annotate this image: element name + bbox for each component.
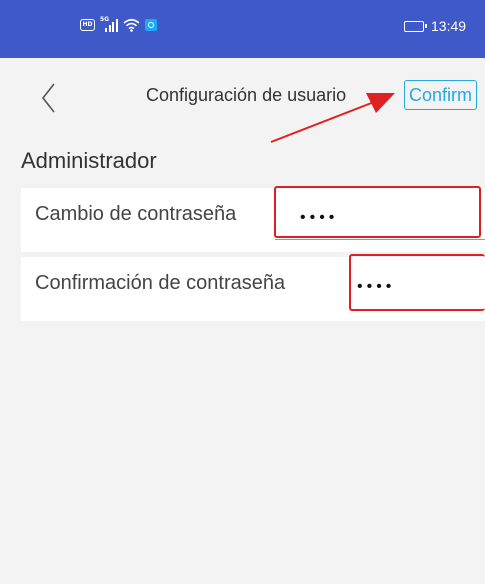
password-confirm-input[interactable]: •••• [357, 278, 395, 296]
password-change-label: Cambio de contraseña [35, 203, 237, 225]
password-change-input[interactable]: •••• [300, 209, 338, 227]
battery-icon [404, 20, 427, 32]
wifi-icon [123, 18, 140, 32]
status-time: 13:49 [431, 18, 467, 34]
status-icons-left: HD 5G [80, 16, 157, 32]
hd-icon: HD [80, 19, 95, 31]
back-button[interactable] [34, 80, 64, 116]
password-confirm-label: Confirmación de contraseña [35, 272, 286, 294]
chevron-left-icon [41, 83, 55, 113]
form-row-password-change: Cambio de contraseña •••• [21, 188, 485, 252]
form-row-password-confirm: Confirmación de contraseña •••• [21, 257, 485, 321]
page-title: Configuración de usuario [146, 85, 347, 105]
signal-icon: 5G [100, 16, 118, 32]
status-icons-right: 13:49 [404, 18, 466, 34]
nav-bar: Configuración de usuario Confirm [0, 58, 485, 138]
app-notification-icon [145, 19, 157, 31]
password-change-underline [275, 239, 485, 240]
confirm-button[interactable]: Confirm [404, 80, 478, 110]
status-bar: HD 5G 13:49 [0, 0, 485, 58]
section-title: Administrador [21, 148, 157, 173]
